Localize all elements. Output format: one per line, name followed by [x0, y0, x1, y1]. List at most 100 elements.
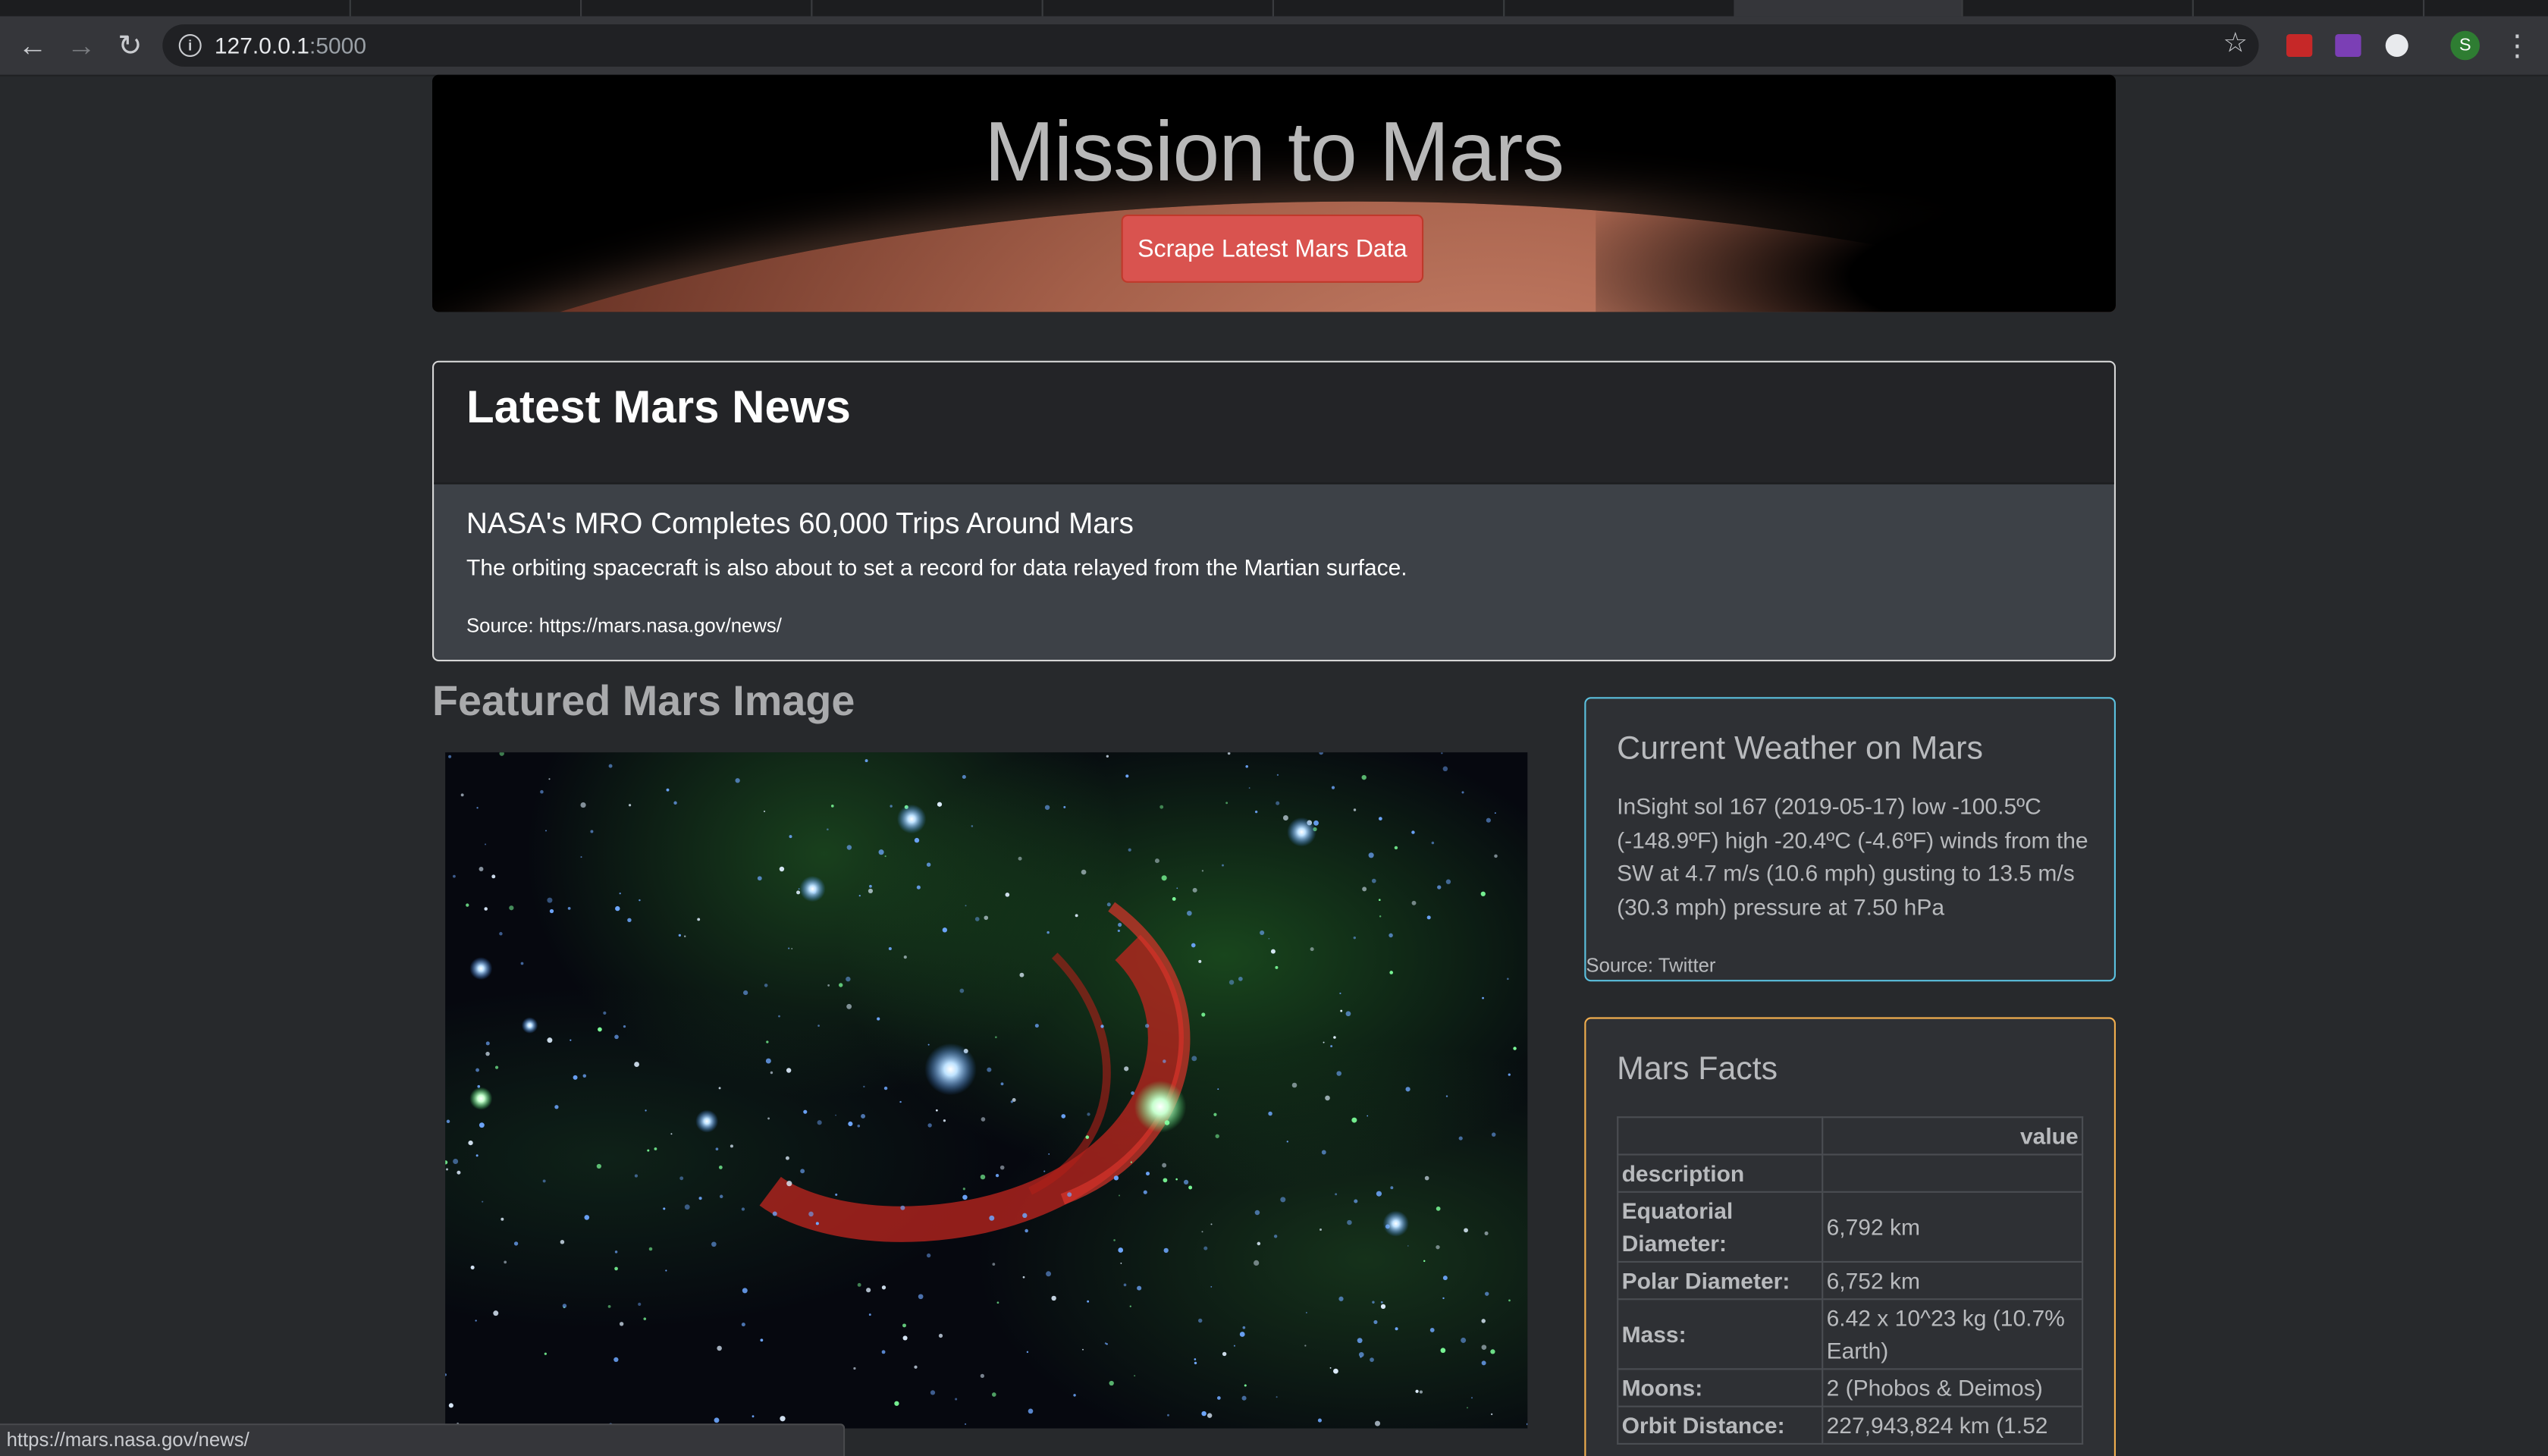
table-row: Moons: 2 (Phobos & Deimos)	[1617, 1368, 2084, 1407]
star-point	[1222, 1351, 1227, 1357]
tab-active[interactable]	[1734, 0, 1963, 17]
tab[interactable]	[1503, 0, 1736, 17]
star-point	[894, 1401, 899, 1406]
star-point	[757, 876, 762, 881]
star-point	[1194, 1361, 1197, 1365]
star-point	[1143, 1190, 1147, 1194]
index-header: description	[1617, 1153, 1824, 1193]
star-point	[1470, 1397, 1473, 1399]
star-point	[1423, 1260, 1426, 1263]
back-arrow-icon[interactable]: ←	[13, 26, 52, 64]
star-point	[1268, 1111, 1272, 1116]
empty-cell	[1822, 1153, 2084, 1193]
star-point	[902, 1335, 908, 1341]
star-point	[482, 1200, 484, 1203]
star-point	[1113, 1175, 1119, 1181]
star-point	[1118, 1247, 1124, 1253]
star-point	[1389, 933, 1393, 938]
star-point	[1286, 1141, 1288, 1143]
star-point	[1494, 812, 1496, 814]
star-point	[1248, 787, 1250, 789]
star-point	[888, 946, 892, 951]
extension-lastpass-icon[interactable]	[2286, 34, 2313, 57]
star-point	[779, 866, 785, 872]
star-point	[1380, 1304, 1386, 1309]
star-point	[868, 1313, 871, 1316]
star-point	[1484, 1231, 1489, 1235]
star-point	[468, 1140, 473, 1146]
star-point	[1044, 805, 1050, 810]
tab[interactable]	[811, 0, 1043, 17]
star-point	[1442, 766, 1448, 772]
forward-arrow-icon[interactable]: →	[61, 26, 100, 64]
star-point	[615, 905, 620, 912]
star-point	[614, 1034, 619, 1040]
star-point	[1373, 1320, 1378, 1324]
bookmark-star-icon[interactable]: ☆	[2223, 27, 2248, 60]
scrape-button[interactable]: Scrape Latest Mars Data	[1121, 214, 1424, 283]
star-point	[900, 1205, 905, 1210]
fact-key: Orbit Distance:	[1617, 1405, 1824, 1445]
star-point	[1075, 914, 1078, 918]
tab[interactable]	[1042, 0, 1274, 17]
star-point	[1118, 922, 1122, 927]
star-point	[1087, 1112, 1090, 1116]
tab[interactable]	[1272, 0, 1505, 17]
star-point	[858, 895, 861, 897]
star-point	[938, 1333, 943, 1338]
tab[interactable]	[350, 0, 582, 17]
star-point	[1145, 1024, 1150, 1028]
star-point	[1227, 752, 1231, 755]
star-point	[1051, 1295, 1056, 1301]
address-bar[interactable]: i 127.0.0.1:5000 ☆	[162, 24, 2259, 67]
star-point	[623, 1025, 626, 1028]
star-point	[573, 1075, 578, 1080]
tab[interactable]	[2192, 0, 2425, 17]
fact-value: 6,752 km	[1822, 1260, 2084, 1301]
star-point	[1395, 1327, 1398, 1331]
extension-onenote-icon[interactable]	[2335, 34, 2361, 57]
browser-window: ← → ↻ i 127.0.0.1:5000 ☆ S ⋮ Mission to …	[0, 0, 2548, 1456]
star-point	[479, 867, 484, 871]
star-point	[992, 1263, 996, 1266]
menu-kebab-icon[interactable]: ⋮	[2502, 26, 2532, 64]
star-point	[1201, 1410, 1207, 1417]
star-point	[877, 1017, 880, 1021]
star-point	[1175, 1178, 1178, 1181]
profile-avatar[interactable]: S	[2450, 30, 2480, 61]
star-point	[1026, 1351, 1029, 1354]
star-point	[991, 1392, 996, 1397]
news-source: Source: https://mars.nasa.gov/news/	[466, 614, 782, 637]
star-point	[1436, 1206, 1441, 1211]
star-point	[445, 1160, 448, 1165]
star-point	[1025, 1228, 1028, 1233]
star-point	[1508, 1299, 1511, 1302]
tab[interactable]	[580, 0, 813, 17]
star-point	[1415, 1389, 1419, 1393]
star-point	[778, 1015, 780, 1018]
star-point	[678, 934, 682, 937]
star-point	[1440, 1348, 1446, 1354]
info-icon[interactable]: i	[178, 34, 202, 57]
star-point	[448, 755, 452, 758]
star-point	[730, 1144, 733, 1148]
featured-mars-image	[445, 752, 1528, 1429]
star-point	[1022, 1276, 1025, 1279]
extension-circle-icon[interactable]	[2385, 34, 2408, 57]
star-point	[861, 1113, 866, 1119]
star-point	[1073, 1394, 1076, 1397]
tab[interactable]	[1961, 0, 2194, 17]
star-point	[1119, 1194, 1120, 1197]
news-title: NASA's MRO Completes 60,000 Trips Around…	[466, 507, 1134, 540]
star-point	[470, 1265, 475, 1269]
star-point	[1203, 1246, 1208, 1250]
weather-card: Current Weather on Mars InSight sol 167 …	[1584, 697, 2116, 982]
star-point	[808, 1211, 814, 1217]
star-point	[1100, 1025, 1104, 1028]
star-point	[475, 1154, 479, 1157]
star-point	[866, 1288, 871, 1293]
tab[interactable]	[0, 0, 351, 17]
star-point	[499, 752, 504, 756]
star-point	[698, 1197, 702, 1200]
reload-icon[interactable]: ↻	[111, 26, 149, 64]
